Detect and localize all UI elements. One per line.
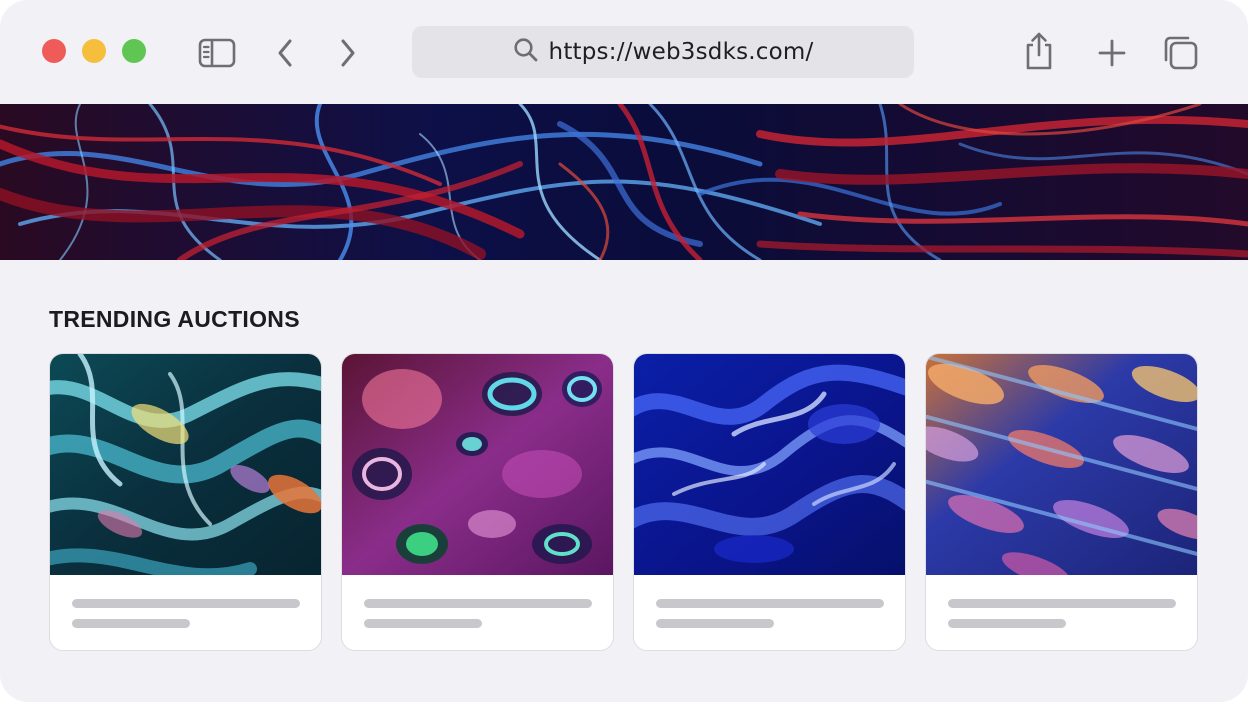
subtitle-placeholder-bar — [656, 619, 774, 628]
tab-overview-icon[interactable] — [1160, 33, 1202, 73]
auction-card[interactable] — [341, 353, 614, 651]
search-icon — [513, 37, 539, 68]
section-title: TRENDING AUCTIONS — [49, 306, 300, 332]
auction-card[interactable] — [49, 353, 322, 651]
browser-toolbar: https://web3sdks.com/ — [0, 0, 1248, 104]
auction-card-grid — [49, 353, 1199, 651]
title-placeholder-bar — [948, 599, 1176, 608]
auction-artwork-image — [50, 354, 321, 575]
subtitle-placeholder-bar — [364, 619, 482, 628]
title-placeholder-bar — [364, 599, 592, 608]
window-minimize-button[interactable] — [82, 39, 106, 63]
chevron-left-icon[interactable] — [270, 35, 300, 71]
share-icon[interactable] — [1019, 30, 1059, 72]
plus-icon[interactable] — [1094, 35, 1130, 71]
sidebar-toggle-icon[interactable] — [196, 35, 238, 71]
subtitle-placeholder-bar — [948, 619, 1066, 628]
hero-banner-image — [0, 104, 1248, 260]
auction-card[interactable] — [633, 353, 906, 651]
window-zoom-button[interactable] — [122, 39, 146, 63]
title-placeholder-bar — [656, 599, 884, 608]
title-placeholder-bar — [72, 599, 300, 608]
chevron-right-icon[interactable] — [333, 35, 363, 71]
window-close-button[interactable] — [42, 39, 66, 63]
address-bar[interactable]: https://web3sdks.com/ — [412, 26, 914, 78]
browser-window: https://web3sdks.com/ TRENDING AUCTIONS — [0, 0, 1248, 702]
auction-artwork-image — [926, 354, 1197, 575]
auction-artwork-image — [342, 354, 613, 575]
auction-card[interactable] — [925, 353, 1198, 651]
subtitle-placeholder-bar — [72, 619, 190, 628]
auction-artwork-image — [634, 354, 905, 575]
url-text: https://web3sdks.com/ — [548, 39, 814, 65]
